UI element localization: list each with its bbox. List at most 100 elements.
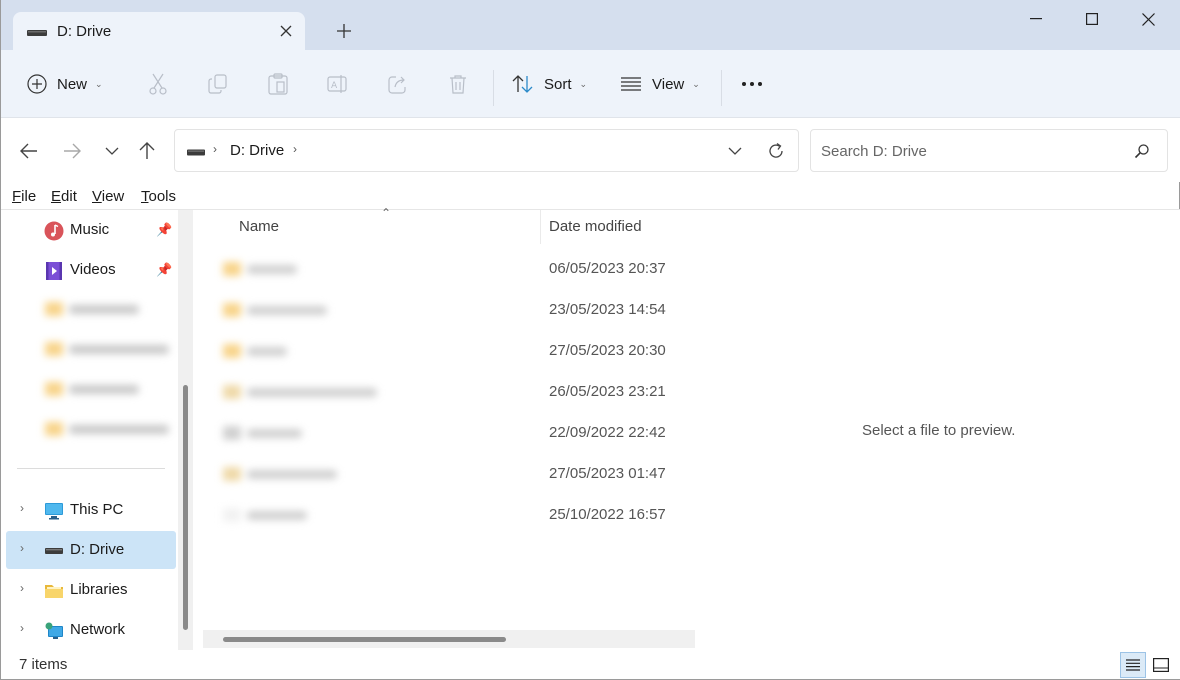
- close-icon: [280, 25, 292, 37]
- title-bar: D: Drive: [1, 0, 1180, 52]
- column-header-name[interactable]: Name: [239, 218, 279, 235]
- videos-icon: [46, 262, 62, 280]
- file-row[interactable]: 27/05/2023 01:47: [193, 453, 713, 494]
- address-history-button[interactable]: [724, 140, 746, 162]
- sidebar-divider: [17, 468, 165, 469]
- file-explorer-window: D: Drive New ⌄ A Sort ⌄ View ⌄ › D: Driv…: [0, 0, 1180, 680]
- drive-icon: [27, 30, 47, 36]
- sidebar-item-this-pc[interactable]: › This PC: [6, 491, 176, 529]
- back-button[interactable]: [16, 138, 42, 164]
- sort-label: Sort: [544, 75, 572, 93]
- search-input[interactable]: [821, 140, 1121, 162]
- cut-button[interactable]: [146, 72, 170, 96]
- breadcrumb-d-drive[interactable]: D: Drive: [230, 142, 284, 159]
- file-date: 27/05/2023 20:30: [549, 342, 666, 359]
- new-label: New: [57, 75, 88, 93]
- sort-button[interactable]: Sort ⌄: [512, 68, 587, 100]
- pin-icon[interactable]: 📌: [156, 222, 172, 238]
- network-icon: [45, 622, 63, 639]
- menu-view[interactable]: View: [92, 188, 124, 205]
- recent-locations-button[interactable]: [99, 138, 125, 164]
- menu-edit-label: dit: [61, 188, 77, 205]
- menu-file-accel: F: [12, 188, 22, 205]
- breadcrumb-chevron-icon[interactable]: ›: [213, 142, 217, 156]
- rename-icon: A: [327, 75, 347, 93]
- file-row[interactable]: 22/09/2022 22:42: [193, 412, 713, 453]
- sidebar-item-d-drive[interactable]: › D: Drive: [6, 531, 176, 569]
- up-button[interactable]: [134, 138, 160, 164]
- sidebar-item-network[interactable]: › Network: [6, 611, 176, 649]
- details-view-button[interactable]: [1120, 652, 1146, 678]
- sort-ascending-icon: ⌃: [381, 206, 392, 220]
- menu-view-label: iew: [101, 188, 125, 205]
- file-row[interactable]: 06/05/2023 20:37: [193, 248, 713, 289]
- chevron-right-icon[interactable]: ›: [20, 581, 24, 595]
- minimize-icon: [1030, 18, 1042, 20]
- sidebar-item-blurred[interactable]: [45, 342, 169, 358]
- search-icon[interactable]: [1133, 142, 1151, 160]
- address-bar[interactable]: › D: Drive ›: [174, 129, 799, 172]
- view-button[interactable]: View ⌄: [620, 68, 700, 100]
- maximize-button[interactable]: [1069, 4, 1115, 34]
- file-date: 22/09/2022 22:42: [549, 424, 666, 441]
- drive-icon: [187, 149, 205, 156]
- sidebar-item-blurred[interactable]: [45, 382, 165, 398]
- sidebar-item-label: Libraries: [70, 581, 128, 598]
- file-date: 27/05/2023 01:47: [549, 465, 666, 482]
- chevron-down-icon: ⌄: [579, 78, 588, 89]
- cut-icon: [149, 73, 167, 95]
- column-header-date-modified[interactable]: Date modified: [549, 218, 642, 235]
- minimize-button[interactable]: [1013, 4, 1059, 34]
- column-divider[interactable]: [540, 210, 541, 244]
- file-row[interactable]: 25/10/2022 16:57: [193, 494, 713, 535]
- sidebar-item-blurred[interactable]: [45, 302, 165, 318]
- chevron-right-icon[interactable]: ›: [20, 621, 24, 635]
- breadcrumb-chevron-icon[interactable]: ›: [293, 142, 297, 156]
- menu-tools[interactable]: Tools: [141, 188, 176, 205]
- file-date: 25/10/2022 16:57: [549, 506, 666, 523]
- sidebar-item-label: Music: [70, 221, 110, 238]
- close-tab-button[interactable]: [275, 20, 297, 42]
- chevron-right-icon[interactable]: ›: [20, 501, 24, 515]
- refresh-button[interactable]: [765, 140, 787, 162]
- pin-icon[interactable]: 📌: [156, 262, 172, 278]
- rename-button[interactable]: A: [326, 72, 350, 96]
- file-row[interactable]: 27/05/2023 20:30: [193, 330, 713, 371]
- share-button[interactable]: [386, 72, 410, 96]
- file-row[interactable]: 23/05/2023 14:54: [193, 289, 713, 330]
- delete-button[interactable]: [446, 72, 470, 96]
- preview-message: Select a file to preview.: [862, 422, 1016, 439]
- list-view-icon: [621, 77, 641, 91]
- menu-edit-accel: E: [51, 188, 62, 205]
- paste-button[interactable]: [266, 72, 290, 96]
- libraries-icon: [45, 585, 63, 598]
- new-button[interactable]: New ⌄: [27, 68, 103, 100]
- file-row[interactable]: 26/05/2023 23:21: [193, 371, 713, 412]
- sidebar-scrollbar-thumb[interactable]: [183, 385, 188, 630]
- menu-edit[interactable]: Edit: [51, 188, 77, 205]
- sidebar-item-label: This PC: [70, 501, 124, 518]
- sidebar-item-music[interactable]: Music 📌: [6, 211, 176, 249]
- sidebar-item-libraries[interactable]: › Libraries: [6, 571, 176, 609]
- sidebar-item-blurred[interactable]: [45, 422, 169, 438]
- sidebar-item-videos[interactable]: Videos 📌: [6, 251, 176, 289]
- copy-button[interactable]: [206, 72, 230, 96]
- close-window-button[interactable]: [1125, 4, 1171, 34]
- new-tab-button[interactable]: [331, 18, 357, 44]
- menu-file-label: ile: [21, 188, 37, 205]
- file-list-scrollbar-thumb[interactable]: [223, 637, 506, 642]
- navigation-bar: › D: Drive ›: [1, 118, 1180, 182]
- menu-tools-label: ools: [148, 188, 177, 205]
- tab-d-drive[interactable]: D: Drive: [13, 12, 305, 52]
- status-bar: 7 items: [1, 650, 1180, 680]
- large-icons-view-button[interactable]: [1151, 655, 1171, 675]
- forward-button[interactable]: [59, 138, 85, 164]
- command-bar: New ⌄ A Sort ⌄ View ⌄: [1, 50, 1180, 118]
- preview-pane: Select a file to preview.: [713, 210, 1180, 650]
- menu-file[interactable]: File: [12, 188, 36, 205]
- close-icon: [1141, 12, 1155, 26]
- sidebar-item-label: Network: [70, 621, 126, 638]
- chevron-right-icon[interactable]: ›: [20, 541, 24, 555]
- item-count: 7 items: [19, 656, 68, 673]
- more-options-button[interactable]: [741, 68, 763, 100]
